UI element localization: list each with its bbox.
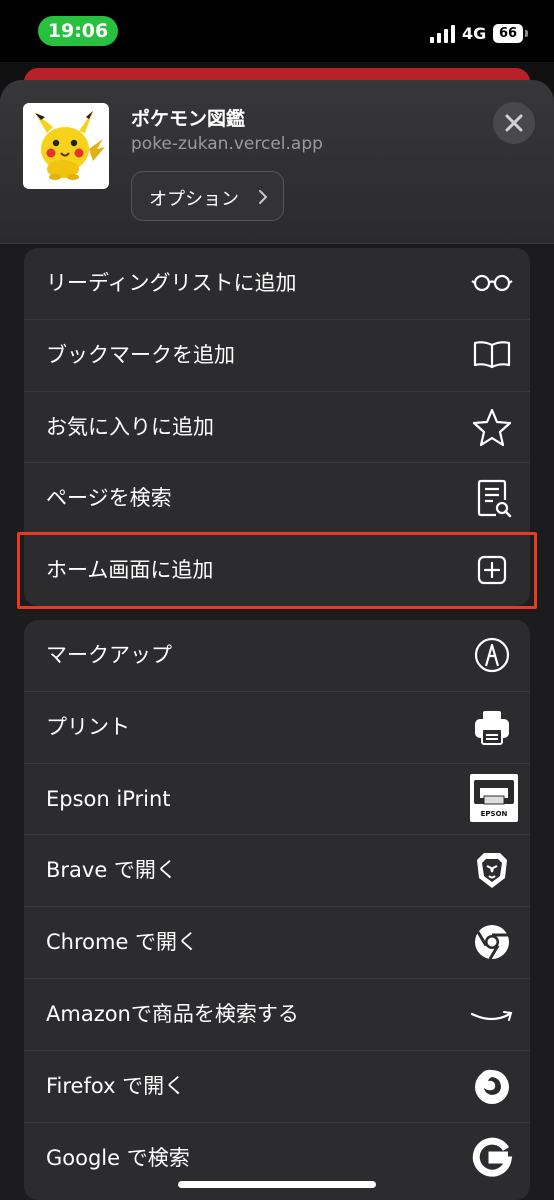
share-sheet-header: ポケモン図鑑 poke-zukan.vercel.app オプション: [0, 80, 554, 244]
markup-icon: [470, 633, 514, 677]
plus-square-icon: [470, 548, 514, 592]
star-icon: [470, 405, 514, 449]
battery-icon: 66: [493, 24, 523, 43]
printer-icon: [470, 705, 514, 749]
menu-item-open-in-brave[interactable]: Brave で開く: [24, 835, 530, 908]
cellular-signal-icon: [430, 25, 456, 43]
app-thumbnail: [23, 103, 109, 189]
menu-item-find-on-page[interactable]: ページを検索: [24, 463, 530, 536]
close-icon: [505, 114, 523, 132]
firefox-icon: [470, 1064, 514, 1108]
share-sheet: ポケモン図鑑 poke-zukan.vercel.app オプション リーディン…: [0, 80, 554, 1200]
menu-item-label: ホーム画面に追加: [46, 558, 214, 583]
battery-tip: [525, 30, 528, 37]
menu-item-label: マークアップ: [46, 643, 172, 667]
menu-item-label: Brave で開く: [46, 858, 177, 883]
network-type: 4G: [462, 24, 487, 43]
actions-group-apps: マークアップ プリント Epson iPrint EPSON Brave で開く…: [24, 620, 530, 1200]
menu-item-label: Chrome で開く: [46, 930, 199, 955]
menu-item-label: プリント: [46, 714, 130, 739]
menu-item-label: Firefox で開く: [46, 1073, 186, 1098]
menu-item-reading-list[interactable]: リーディングリストに追加: [24, 248, 530, 320]
app-title: ポケモン図鑑: [131, 108, 246, 130]
app-url: poke-zukan.vercel.app: [131, 134, 323, 154]
chevron-right-icon: [259, 190, 268, 204]
brave-icon: [470, 848, 514, 892]
chrome-icon: [470, 920, 514, 964]
google-icon: [470, 1136, 514, 1180]
home-indicator[interactable]: [178, 1181, 376, 1188]
menu-item-epson-iprint[interactable]: Epson iPrint EPSON: [24, 764, 530, 836]
glasses-icon: [470, 261, 514, 305]
menu-item-label: お気に入りに追加: [46, 414, 214, 439]
pikachu-icon: [35, 111, 105, 180]
menu-item-label: ページを検索: [46, 486, 172, 511]
epson-icon: EPSON: [470, 773, 518, 822]
menu-item-open-in-firefox[interactable]: Firefox で開く: [24, 1051, 530, 1123]
menu-item-add-favorite[interactable]: お気に入りに追加: [24, 392, 530, 464]
menu-item-label: リーディングリストに追加: [46, 271, 297, 295]
status-time[interactable]: 19:06: [38, 16, 118, 46]
menu-item-label: Google で検索: [46, 1145, 190, 1170]
options-label: オプション: [149, 189, 239, 210]
doc-search-icon: [470, 476, 514, 520]
menu-item-markup[interactable]: マークアップ: [24, 620, 530, 692]
book-icon: [470, 333, 514, 377]
menu-item-add-to-home-screen[interactable]: ホーム画面に追加: [24, 535, 530, 606]
menu-item-print[interactable]: プリント: [24, 692, 530, 764]
close-button[interactable]: [493, 102, 535, 144]
actions-group-primary: リーディングリストに追加 ブックマークを追加 お気に入りに追加 ページを検索 ホ…: [24, 248, 530, 606]
menu-item-label: Amazonで商品を検索する: [46, 1001, 299, 1026]
menu-item-amazon-search[interactable]: Amazonで商品を検索する: [24, 979, 530, 1051]
menu-item-label: ブックマークを追加: [46, 342, 235, 367]
menu-item-add-bookmark[interactable]: ブックマークを追加: [24, 320, 530, 392]
status-bar: 19:06 4G 66: [0, 0, 554, 62]
svg-text:EPSON: EPSON: [481, 810, 508, 818]
menu-item-label: Epson iPrint: [46, 786, 171, 811]
options-button[interactable]: オプション: [131, 171, 284, 221]
amazon-icon: [470, 992, 514, 1036]
menu-item-open-in-chrome[interactable]: Chrome で開く: [24, 907, 530, 979]
